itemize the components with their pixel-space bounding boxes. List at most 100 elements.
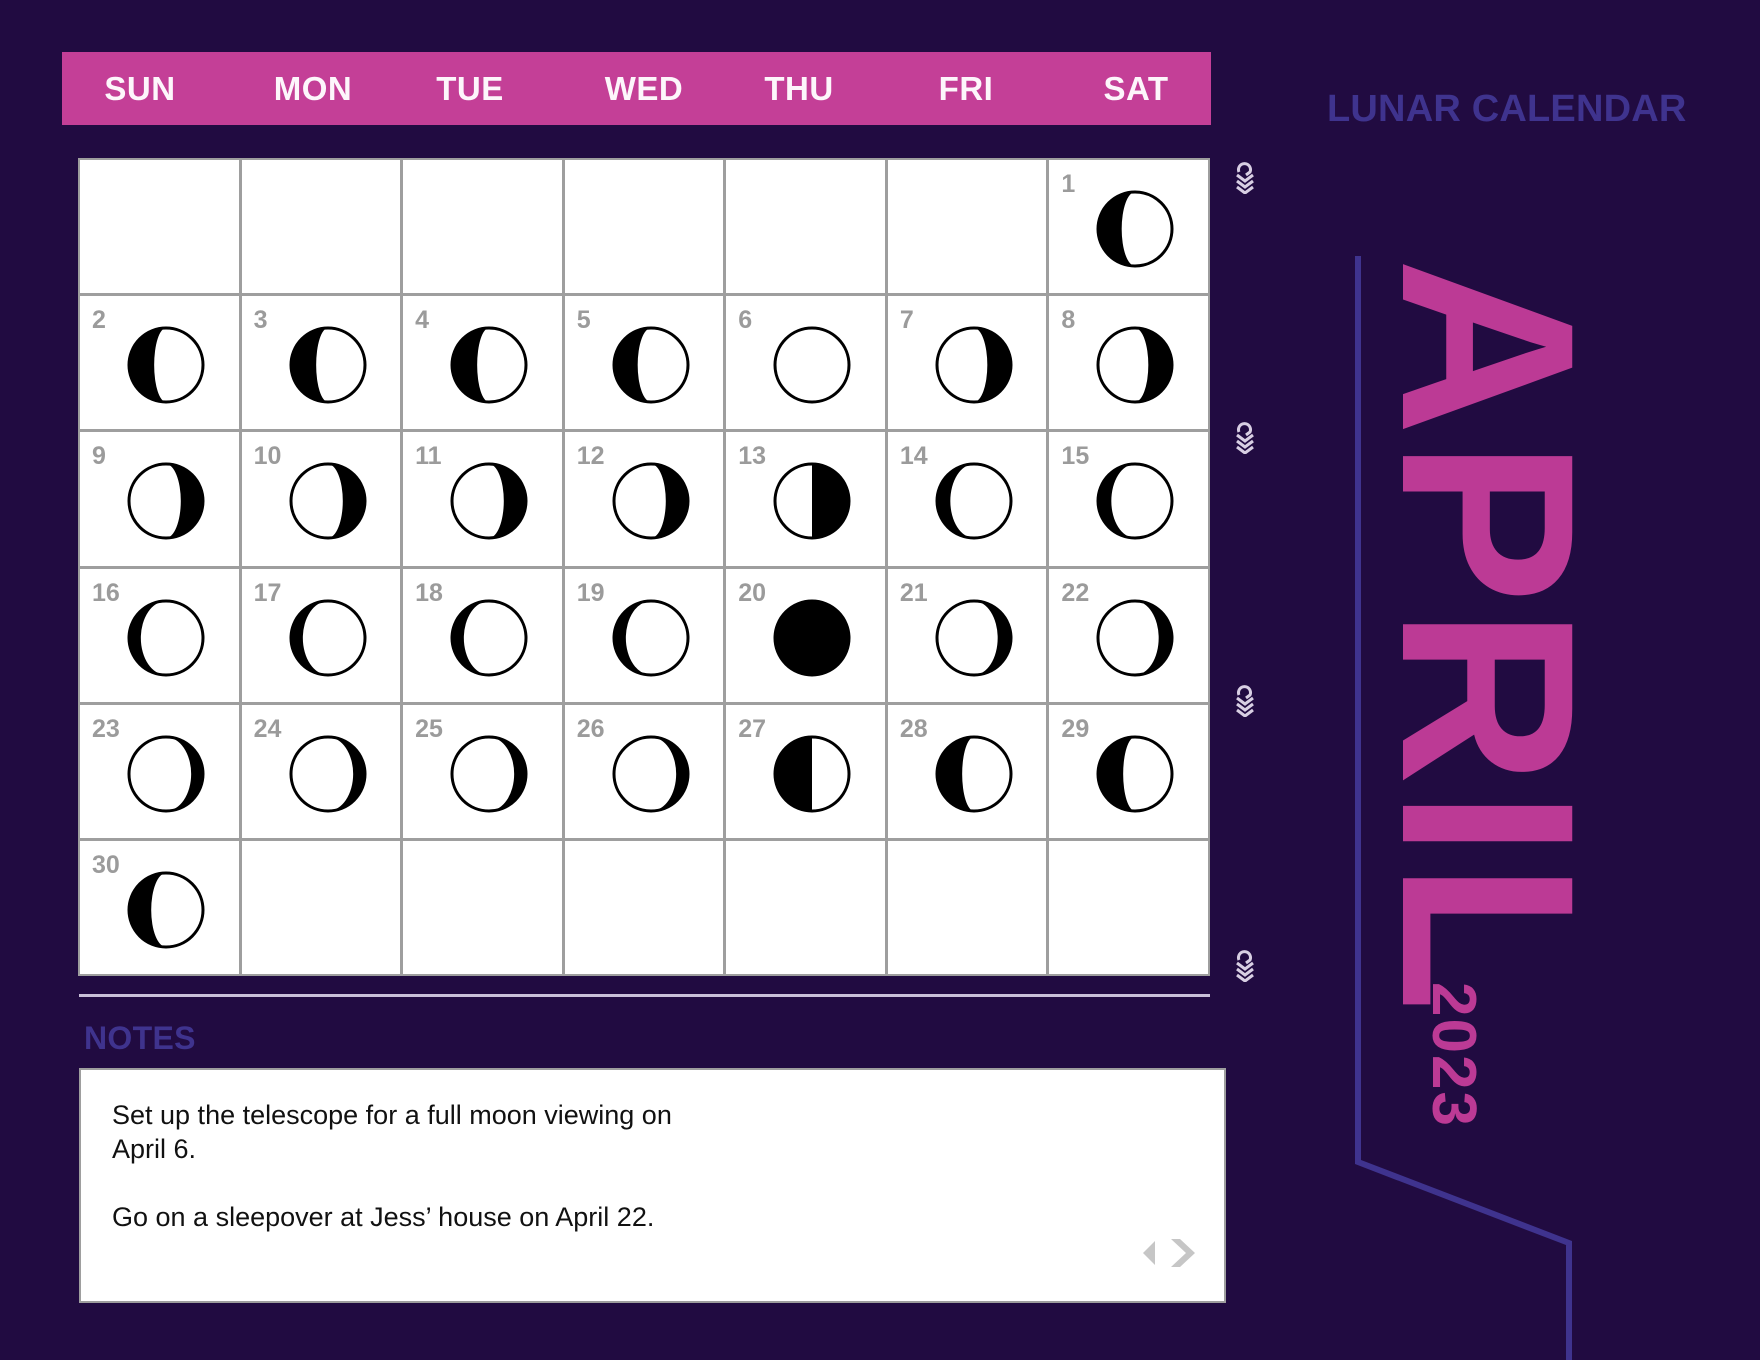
calendar-empty-cell — [403, 840, 562, 974]
calendar-day-6[interactable]: 6 — [726, 296, 885, 430]
weekday-thu: THU — [764, 70, 834, 107]
day-number: 13 — [738, 442, 767, 471]
day-number: 11 — [415, 442, 442, 471]
calendar-day-15[interactable]: 15 — [1049, 432, 1208, 566]
month-label: APRIL — [1350, 258, 1625, 1016]
day-number: 7 — [899, 306, 914, 335]
moon-shadow — [775, 736, 813, 811]
day-number: 17 — [253, 578, 282, 607]
calendar-day-9[interactable]: 9 — [80, 432, 239, 566]
moon-phase-icon — [127, 871, 205, 949]
calendar-day-17[interactable]: 17 — [241, 568, 401, 702]
calendar-day-22[interactable]: 22 — [1049, 568, 1208, 702]
day-number: 28 — [899, 714, 928, 743]
calendar-day-12[interactable]: 12 — [564, 432, 724, 566]
calendar-empty-cell — [564, 160, 724, 294]
day-number: 26 — [576, 714, 605, 743]
moon-phase-icon — [289, 462, 367, 540]
calendar-day-27[interactable]: 27 — [726, 704, 885, 838]
calendar-day-2[interactable]: 2 — [80, 296, 239, 430]
calendar-day-24[interactable]: 24 — [241, 704, 401, 838]
moon-phase-icon — [450, 599, 528, 676]
weekday-header: SUN MON TUE WED THU FRI SAT — [62, 52, 1211, 125]
weekday-fri: FRI — [938, 70, 994, 107]
day-number: 9 — [92, 442, 106, 471]
moon-phase-icon — [1096, 190, 1174, 268]
calendar-day-1[interactable]: 1 — [1049, 160, 1208, 294]
calendar-day-26[interactable]: 26 — [564, 704, 724, 838]
moon-phase-icon — [1096, 462, 1174, 540]
day-number: 12 — [576, 442, 605, 471]
calendar-day-23[interactable]: 23 — [80, 704, 239, 838]
moon-phase-icon — [612, 462, 690, 540]
calendar-day-11[interactable]: 11 — [403, 432, 562, 566]
moon-phase-icon — [450, 326, 528, 404]
moon-phase-icon — [289, 326, 367, 404]
moon-phase-icon — [450, 462, 528, 540]
moon-phase-icon — [773, 735, 851, 813]
calendar-empty-cell — [726, 840, 885, 974]
day-number: 6 — [738, 306, 753, 335]
day-number: 24 — [253, 714, 282, 743]
chevron-right-icon[interactable] — [1170, 1238, 1196, 1273]
moon-phase-icon — [773, 326, 851, 404]
calendar-empty-cell — [564, 840, 724, 974]
moon-phase-icon — [773, 462, 851, 540]
weekday-sun: SUN — [104, 70, 176, 107]
day-number: 25 — [415, 714, 443, 743]
notes-pager — [1142, 1238, 1196, 1273]
day-number: 21 — [899, 578, 928, 607]
moon-phase-icon — [127, 326, 205, 404]
calendar-empty-cell — [241, 160, 401, 294]
calendar-day-18[interactable]: 18 — [403, 568, 562, 702]
binding-ring-icon — [1233, 160, 1257, 195]
moon-phase-icon — [935, 462, 1013, 540]
day-number: 1 — [1061, 170, 1076, 198]
calendar-day-10[interactable]: 10 — [241, 432, 401, 566]
binding-ring-icon — [1233, 683, 1257, 718]
notes-label: NOTES — [84, 1020, 196, 1056]
moon-phase-icon — [612, 735, 690, 813]
moon-phase-icon — [289, 599, 367, 676]
calendar-day-5[interactable]: 5 — [564, 296, 724, 430]
notes-box[interactable]: Set up the telescope for a full moon vie… — [79, 1068, 1226, 1303]
moon-phase-icon — [1096, 599, 1174, 676]
calendar-empty-cell — [241, 840, 401, 974]
calendar-day-3[interactable]: 3 — [241, 296, 401, 430]
calendar-day-14[interactable]: 14 — [887, 432, 1047, 566]
calendar-day-8[interactable]: 8 — [1049, 296, 1208, 430]
calendar-day-30[interactable]: 30 — [80, 840, 239, 974]
day-number: 5 — [576, 306, 591, 335]
calendar-day-13[interactable]: 13 — [726, 432, 885, 566]
day-number: 19 — [576, 578, 605, 607]
day-number: 2 — [92, 306, 106, 335]
calendar-day-4[interactable]: 4 — [403, 296, 562, 430]
calendar-day-19[interactable]: 19 — [564, 568, 724, 702]
calendar-day-21[interactable]: 21 — [887, 568, 1047, 702]
moon-phase-icon — [127, 735, 205, 813]
calendar-empty-cell — [80, 160, 239, 294]
year-label: 2023 — [1419, 982, 1488, 1128]
weekday-mon: MON — [273, 70, 353, 107]
note-item: Set up the telescope for a full moon vie… — [112, 1100, 672, 1164]
calendar-grid: 1 2 3 4 5 6 7 8 9 10 11 12 13 14 15 16 17 18 19 20 21 22 23 24 2… — [78, 158, 1210, 976]
calendar-title: LUNAR CALENDAR — [1327, 88, 1687, 130]
calendar-day-20[interactable]: 20 — [726, 568, 885, 702]
weekday-wed: WED — [604, 70, 684, 107]
calendar-empty-cell — [1049, 840, 1208, 974]
calendar-empty-cell — [887, 160, 1047, 294]
chevron-left-icon[interactable] — [1142, 1240, 1156, 1271]
moon-phase-icon — [612, 599, 690, 676]
day-number: 27 — [738, 714, 767, 743]
moon-phase-icon — [935, 326, 1013, 404]
day-number: 16 — [92, 578, 120, 607]
moon-phase-icon — [935, 599, 1013, 676]
day-number: 8 — [1061, 306, 1076, 335]
moon-disc — [773, 599, 851, 676]
day-number: 29 — [1061, 714, 1090, 743]
calendar-day-7[interactable]: 7 — [887, 296, 1047, 430]
calendar-day-25[interactable]: 25 — [403, 704, 562, 838]
calendar-day-28[interactable]: 28 — [887, 704, 1047, 838]
calendar-day-16[interactable]: 16 — [80, 568, 239, 702]
calendar-day-29[interactable]: 29 — [1049, 704, 1208, 838]
